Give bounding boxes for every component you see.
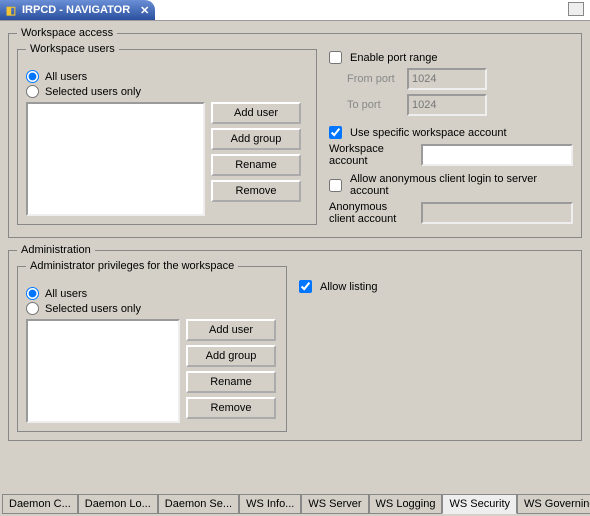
enable-port-range-label: Enable port range xyxy=(350,52,437,64)
ws-add-user-button[interactable]: Add user xyxy=(211,102,301,124)
workspace-users-legend: Workspace users xyxy=(26,43,119,55)
allow-anon-label: Allow anonymous client login to server a… xyxy=(350,173,573,197)
from-port-input[interactable] xyxy=(407,68,487,90)
admin-add-user-button[interactable]: Add user xyxy=(186,319,276,341)
workspace-users-group: Workspace users All users Selected users… xyxy=(17,49,317,225)
ws-add-group-button[interactable]: Add group xyxy=(211,128,301,150)
administration-group: Administration Administrator privileges … xyxy=(8,244,582,441)
ws-users-selected-radio[interactable] xyxy=(26,85,39,98)
administration-legend: Administration xyxy=(17,244,95,256)
window-title: IRPCD - NAVIGATOR xyxy=(22,4,130,16)
admin-remove-button[interactable]: Remove xyxy=(186,397,276,419)
enable-port-range-checkbox[interactable] xyxy=(329,51,342,64)
tab-daemon-c[interactable]: Daemon C... xyxy=(2,494,78,514)
ws-rename-button[interactable]: Rename xyxy=(211,154,301,176)
anon-account-input[interactable] xyxy=(421,202,573,224)
anon-account-label: Anonymous client account xyxy=(329,201,415,225)
tab-daemon-se[interactable]: Daemon Se... xyxy=(158,494,239,514)
workspace-access-legend: Workspace access xyxy=(17,27,117,39)
admin-add-group-button[interactable]: Add group xyxy=(186,345,276,367)
use-specific-account-label: Use specific workspace account xyxy=(350,127,507,139)
tab-ws-security[interactable]: WS Security xyxy=(442,494,517,514)
admin-privs-group: Administrator privileges for the workspa… xyxy=(17,266,287,432)
window-tab[interactable]: ◧ IRPCD - NAVIGATOR ✕ xyxy=(0,0,155,20)
ws-users-all-radio[interactable] xyxy=(26,70,39,83)
workspace-account-input[interactable] xyxy=(421,144,573,166)
tab-ws-server[interactable]: WS Server xyxy=(301,494,368,514)
admin-selected-radio[interactable] xyxy=(26,302,39,315)
allow-anon-checkbox[interactable] xyxy=(329,179,342,192)
allow-listing-checkbox[interactable] xyxy=(299,280,312,293)
tab-ws-governing[interactable]: WS Governing xyxy=(517,494,590,514)
from-port-label: From port xyxy=(347,73,401,85)
tab-daemon-lo[interactable]: Daemon Lo... xyxy=(78,494,158,514)
tab-ws-info[interactable]: WS Info... xyxy=(239,494,301,514)
tab-ws-logging[interactable]: WS Logging xyxy=(369,494,443,514)
admin-users-listbox[interactable] xyxy=(26,319,180,423)
bottom-tabstrip: Daemon C...Daemon Lo...Daemon Se...WS In… xyxy=(2,494,588,514)
use-specific-account-checkbox[interactable] xyxy=(329,126,342,139)
to-port-label: To port xyxy=(347,99,401,111)
workspace-access-group: Workspace access Workspace users All use… xyxy=(8,27,582,238)
titlebar-right xyxy=(568,2,590,19)
title-bar: ◧ IRPCD - NAVIGATOR ✕ xyxy=(0,0,590,21)
admin-rename-button[interactable]: Rename xyxy=(186,371,276,393)
ws-users-selected-label: Selected users only xyxy=(45,86,141,98)
admin-privs-legend: Administrator privileges for the workspa… xyxy=(26,260,238,272)
close-icon[interactable]: ✕ xyxy=(140,4,149,17)
ws-remove-button[interactable]: Remove xyxy=(211,180,301,202)
workspace-account-label: Workspace account xyxy=(329,143,415,167)
app-icon: ◧ xyxy=(4,3,18,17)
admin-all-label: All users xyxy=(45,288,87,300)
admin-all-radio[interactable] xyxy=(26,287,39,300)
ws-users-all-label: All users xyxy=(45,71,87,83)
admin-selected-label: Selected users only xyxy=(45,303,141,315)
ws-users-listbox[interactable] xyxy=(26,102,205,216)
to-port-input[interactable] xyxy=(407,94,487,116)
maximize-button[interactable] xyxy=(568,2,584,16)
allow-listing-label: Allow listing xyxy=(320,281,377,293)
